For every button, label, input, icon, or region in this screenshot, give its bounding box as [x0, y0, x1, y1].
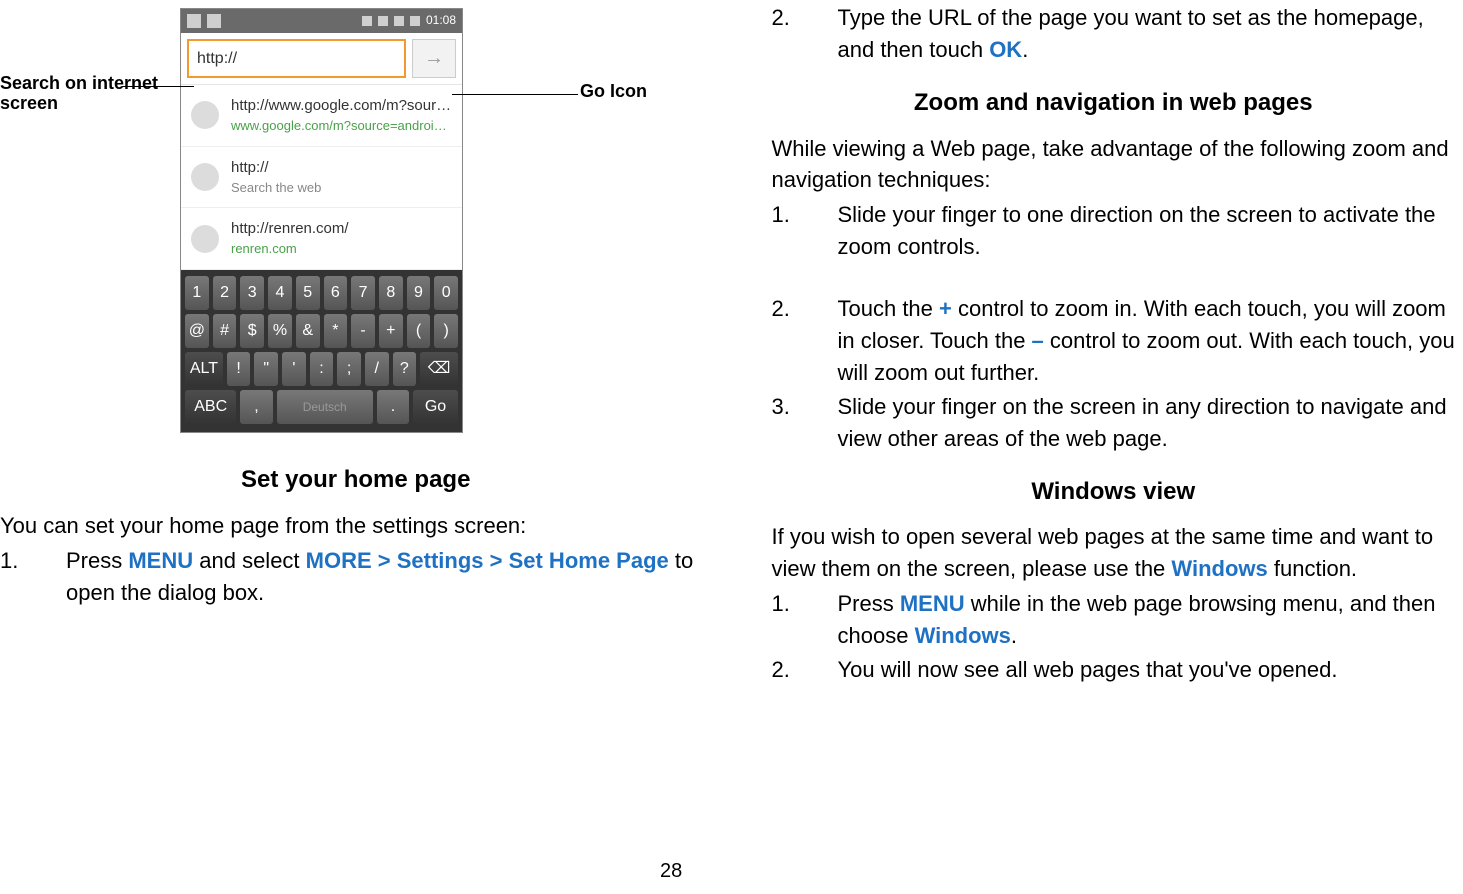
key[interactable]: !: [227, 352, 251, 386]
key[interactable]: 7: [351, 276, 375, 310]
callout-line-left: [122, 86, 194, 87]
screenshot-area: Search on internet screen Go Icon 01:08: [0, 8, 712, 433]
key-backspace[interactable]: ⌫: [420, 352, 458, 386]
key[interactable]: @: [185, 314, 209, 348]
key[interactable]: 4: [268, 276, 292, 310]
signal-icon: [378, 16, 388, 26]
key[interactable]: 3: [240, 276, 264, 310]
key-space[interactable]: Deutsch: [277, 390, 373, 424]
section-set-home-page: Set your home page: [0, 463, 712, 498]
key[interactable]: -: [351, 314, 375, 348]
search-icon: [191, 163, 219, 191]
list-item: 1. Press MENU while in the web page brow…: [772, 588, 1456, 652]
key[interactable]: #: [213, 314, 237, 348]
key[interactable]: %: [268, 314, 292, 348]
key[interactable]: 6: [324, 276, 348, 310]
hl-windows: Windows: [1171, 556, 1267, 581]
suggestion-sub: www.google.com/m?source=android-ho...: [231, 117, 452, 136]
suggestion-sub: renren.com: [231, 240, 452, 259]
go-button[interactable]: →: [412, 39, 456, 78]
key[interactable]: ;: [337, 352, 361, 386]
list-item: 2. Touch the + control to zoom in. With …: [772, 293, 1456, 389]
key[interactable]: *: [324, 314, 348, 348]
page-number: 28: [660, 857, 682, 886]
globe-icon: [191, 101, 219, 129]
suggestion-row[interactable]: http://www.google.com/m?source... www.go…: [181, 85, 462, 147]
key[interactable]: ,: [240, 390, 272, 424]
callout-go: Go Icon: [580, 82, 700, 102]
hl-windows: Windows: [915, 623, 1011, 648]
key[interactable]: (: [407, 314, 431, 348]
callout-line-right: [452, 94, 578, 95]
debug-icon: [207, 14, 221, 28]
list-item: 2. Type the URL of the page you want to …: [772, 2, 1456, 66]
key-go[interactable]: Go: [413, 390, 458, 424]
wifi-icon: [394, 16, 404, 26]
list-item: 1. Slide your finger to one direction on…: [772, 199, 1456, 263]
bluetooth-icon: [362, 16, 372, 26]
suggestion-title: http://www.google.com/m?source...: [231, 95, 452, 117]
list-item: 3. Slide your finger on the screen in an…: [772, 391, 1456, 455]
key[interactable]: 0: [434, 276, 458, 310]
arrow-right-icon: →: [424, 44, 444, 73]
hl-minus: –: [1032, 328, 1044, 353]
key[interactable]: 8: [379, 276, 403, 310]
key[interactable]: +: [379, 314, 403, 348]
globe-icon: [191, 225, 219, 253]
key[interactable]: ): [434, 314, 458, 348]
section-windows: Windows view: [772, 475, 1456, 510]
suggestion-row[interactable]: http://renren.com/ renren.com: [181, 208, 462, 270]
hl-plus: +: [939, 296, 952, 321]
list-item: 2. You will now see all web pages that y…: [772, 654, 1456, 686]
key[interactable]: :: [310, 352, 334, 386]
url-input[interactable]: http://: [187, 39, 406, 78]
section-zoom: Zoom and navigation in web pages: [772, 86, 1456, 121]
hl-menu: MENU: [128, 548, 193, 573]
usb-icon: [187, 14, 201, 28]
suggestion-sub: Search the web: [231, 179, 452, 198]
zoom-intro: While viewing a Web page, take advantage…: [772, 133, 1456, 197]
suggestion-title: http://renren.com/: [231, 218, 452, 240]
callout-search: Search on internet screen: [0, 74, 160, 114]
windows-intro: If you wish to open several web pages at…: [772, 521, 1456, 585]
key[interactable]: ?: [393, 352, 417, 386]
key[interactable]: $: [240, 314, 264, 348]
hl-path: MORE > Settings > Set Home Page: [306, 548, 669, 573]
hl-menu: MENU: [900, 591, 965, 616]
key-alt[interactable]: ALT: [185, 352, 223, 386]
key[interactable]: ": [254, 352, 278, 386]
phone-mock: 01:08 http:// → http://www.google.com/m?…: [180, 8, 463, 433]
keyboard: 1 2 3 4 5 6 7 8 9 0 @ # $: [181, 270, 462, 432]
status-bar: 01:08: [181, 9, 462, 33]
suggestion-title: http://: [231, 157, 452, 179]
key[interactable]: /: [365, 352, 389, 386]
intro-text: You can set your home page from the sett…: [0, 510, 712, 542]
list-item: 1. Press MENU and select MORE > Settings…: [0, 545, 712, 609]
key-abc[interactable]: ABC: [185, 390, 236, 424]
battery-icon: [410, 16, 420, 26]
key[interactable]: &: [296, 314, 320, 348]
status-time: 01:08: [426, 12, 456, 29]
key[interactable]: 2: [213, 276, 237, 310]
key[interactable]: 9: [407, 276, 431, 310]
key[interactable]: 1: [185, 276, 209, 310]
key[interactable]: .: [377, 390, 409, 424]
hl-ok: OK: [989, 37, 1022, 62]
suggestion-row[interactable]: http:// Search the web: [181, 147, 462, 209]
key[interactable]: 5: [296, 276, 320, 310]
key[interactable]: ': [282, 352, 306, 386]
